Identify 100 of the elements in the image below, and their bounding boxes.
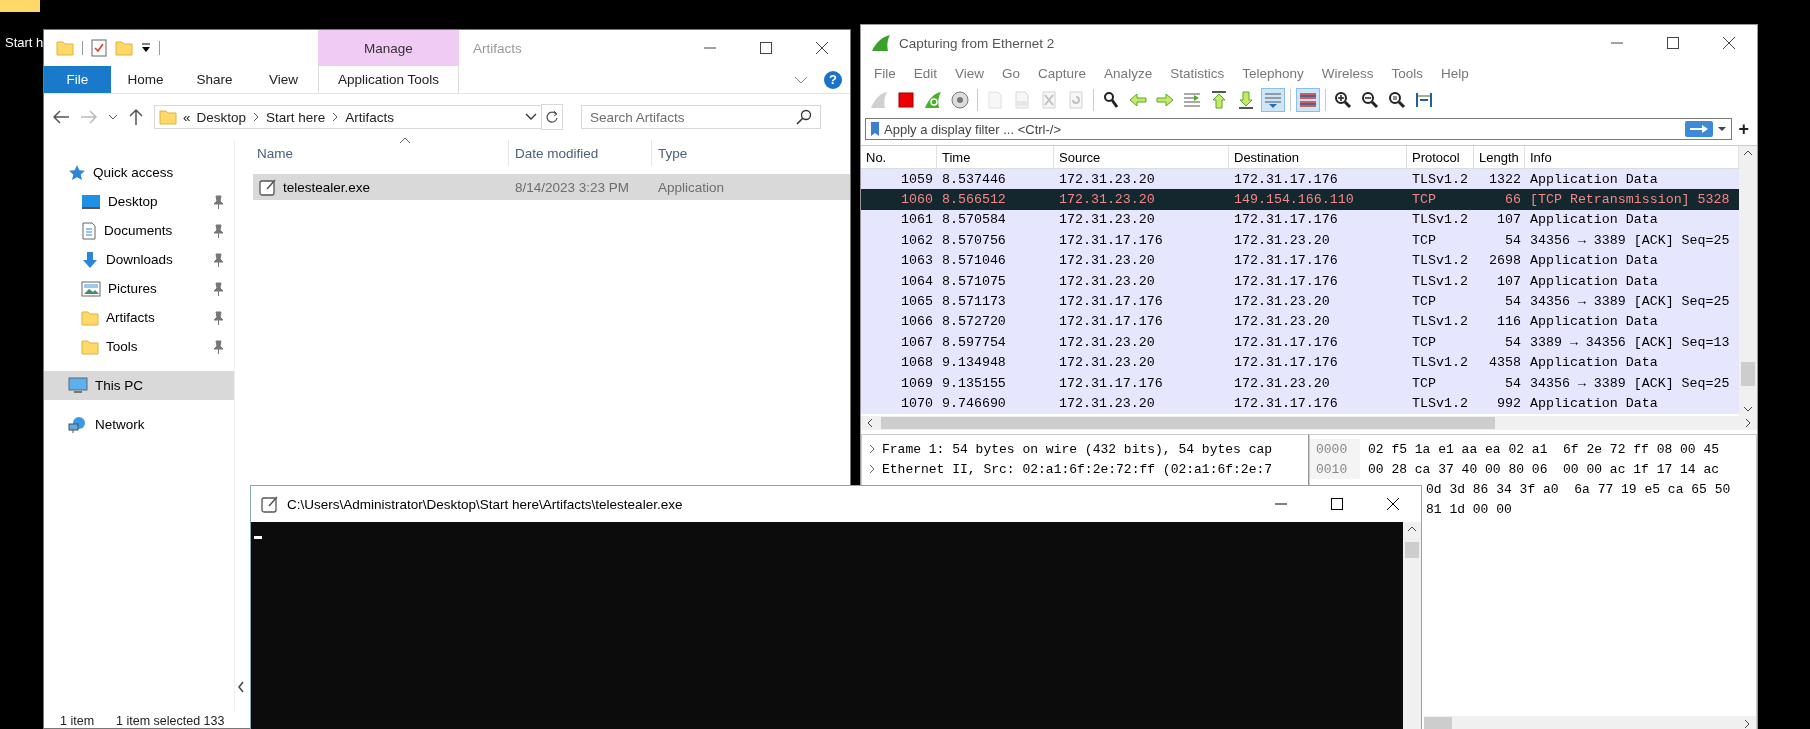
packet-row[interactable]: 1064 8.571075 172.31.23.20 172.31.17.176 TLSv1.2 107 Application Data (861, 270, 1739, 292)
folder-icon (159, 109, 177, 125)
menu-item[interactable]: Telephony (1233, 65, 1313, 81)
display-filter-field[interactable]: Apply a display filter ... <Ctrl-/> (865, 118, 1733, 140)
table-cell-text: 4358 (1488, 355, 1522, 371)
packet-row[interactable]: 1059 8.537446 172.31.23.20 172.31.17.176 TLSv1.2 1322 Application Data (861, 169, 1739, 190)
column-header[interactable]: Destination (1229, 146, 1407, 168)
maximize-icon (759, 41, 773, 55)
breadcrumb-item[interactable]: Desktop (196, 109, 247, 125)
menu-item[interactable]: Help (1432, 65, 1478, 81)
packet-row[interactable]: 1070 9.746690 172.31.23.20 172.31.17.176 TLSv1.2 992 Application Data (861, 393, 1739, 414)
table-cell-text: 8.570756 (941, 232, 1007, 248)
application-icon (259, 178, 277, 196)
file-row[interactable]: telestealer.exe 8/14/2023 3:23 PM Application (253, 174, 850, 200)
shark-fin-icon (923, 90, 943, 110)
nav-item[interactable]: Documents (44, 216, 234, 245)
menu-item[interactable]: File (865, 65, 905, 81)
column-header[interactable]: Type (652, 140, 802, 166)
menu-item[interactable]: Statistics (1161, 65, 1234, 81)
column-header[interactable]: Time (937, 146, 1054, 168)
address-bar[interactable]: « Desktop Start here Artifacts (154, 105, 542, 129)
column-header[interactable]: Protocol (1407, 146, 1474, 168)
nav-item[interactable]: Quick access (44, 158, 234, 187)
scrollbar[interactable] (1403, 522, 1421, 729)
checklist-icon (91, 39, 107, 57)
shark-fin-icon (869, 90, 889, 110)
ribbon-tab[interactable]: Application Tools (318, 66, 459, 93)
menu-item[interactable]: Edit (904, 65, 947, 81)
packet-row[interactable]: 1068 9.134948 172.31.23.20 172.31.17.176 TLSv1.2 4358 Application Data (861, 352, 1739, 373)
refresh-button[interactable] (541, 104, 563, 130)
packet-row[interactable]: 1069 9.135155 172.31.17.176 172.31.23.20 TCP 54 34356 → 3389 [ACK] Seq=25 (861, 372, 1739, 394)
packet-row[interactable]: 1061 8.570584 172.31.23.20 172.31.17.176 TLSv1.2 107 Application Data (861, 209, 1739, 231)
table-cell-text: 172.31.17.176 (1233, 334, 1339, 350)
scrollbar[interactable] (1739, 146, 1757, 416)
table-cell-text: 172.31.23.20 (1058, 396, 1156, 411)
nav-item[interactable]: Pictures (44, 274, 234, 303)
hex-bytes: 02 f5 1a e1 aa ea 02 a1 6f 2e 72 ff 08 00 45 (1367, 441, 1720, 457)
table-cell-text: 54 (1504, 294, 1522, 310)
apply-filter-button[interactable] (1685, 121, 1714, 137)
scrollbar-thumb[interactable] (1424, 717, 1452, 729)
nav-item[interactable]: Desktop (44, 187, 234, 216)
ribbon-tab[interactable]: Share (180, 66, 249, 93)
column-header[interactable]: Source (1054, 146, 1229, 168)
column-header[interactable]: Name (251, 140, 509, 166)
close-icon (815, 41, 829, 55)
search-field[interactable]: Search Artifacts (581, 105, 821, 129)
sort-up-icon (399, 137, 411, 144)
table-cell-text: TLSv1.2 (1411, 314, 1469, 330)
tree-item[interactable]: Ethernet II, Src: 02:a1:6f:2e:72:ff (02:a1:6f:2e:7 (882, 461, 1273, 477)
packet-row[interactable]: 1063 8.571046 172.31.23.20 172.31.17.176 TLSv1.2 2698 Application Data (861, 250, 1739, 271)
table-cell-text: 172.31.23.20 (1058, 212, 1156, 228)
table-cell-text: 8.571075 (941, 273, 1007, 289)
packet-row[interactable]: 1067 8.597754 172.31.23.20 172.31.17.176 TCP 54 3389 → 34356 [ACK] Seq=13 (861, 332, 1739, 353)
column-header[interactable]: No. (861, 146, 937, 168)
tree-item[interactable]: Frame 1: 54 bytes on wire (432 bits), 54 bytes cap (882, 441, 1273, 457)
byte-offset: 0000 (1310, 439, 1360, 459)
menu-item[interactable]: Capture (1029, 65, 1096, 81)
table-cell-text: 172.31.17.176 (1233, 273, 1339, 289)
nav-item[interactable]: Tools (44, 332, 234, 361)
nav-item[interactable]: This PC (44, 371, 234, 400)
new-folder-icon (115, 40, 133, 56)
scrollbar[interactable] (861, 416, 1757, 430)
table-cell-text: 1066 (900, 314, 934, 330)
packet-row[interactable]: 1066 8.572720 172.31.17.176 172.31.23.20 TLSv1.2 116 Application Data (861, 311, 1739, 333)
help-button[interactable]: ? (824, 70, 842, 89)
desktop-icon-label[interactable]: Start h (5, 35, 44, 50)
table-cell-text: 172.31.23.20 (1058, 273, 1156, 289)
table-cell-text: 172.31.17.176 (1233, 212, 1339, 228)
packet-row[interactable]: 1065 8.571173 172.31.17.176 172.31.23.20 TCP 54 34356 → 3389 [ACK] Seq=25 (861, 291, 1739, 312)
breadcrumb-item[interactable]: Start here (266, 109, 326, 125)
table-cell-text: 149.154.166.110 (1233, 192, 1355, 208)
menu-item[interactable]: Tools (1382, 65, 1432, 81)
packet-row[interactable]: 1062 8.570756 172.31.17.176 172.31.23.20 TCP 54 34356 → 3389 [ACK] Seq=25 (861, 230, 1739, 251)
nav-item[interactable]: Downloads (44, 245, 234, 274)
breadcrumb-overflow[interactable]: « (183, 109, 191, 125)
gear-icon (950, 90, 970, 110)
ribbon-tab[interactable]: Home (111, 66, 180, 93)
table-cell-text: 9.746690 (941, 396, 1007, 411)
desktop-icon (81, 193, 101, 210)
menu-item[interactable]: View (946, 65, 994, 81)
breadcrumb-item[interactable]: Artifacts (345, 109, 395, 125)
ribbon-tab[interactable]: File (44, 66, 111, 93)
add-filter-button[interactable]: + (1738, 118, 1753, 140)
scrollbar-thumb[interactable] (1741, 362, 1755, 386)
scrollbar[interactable] (1424, 716, 1756, 729)
nav-item[interactable]: Network (44, 410, 234, 439)
table-cell-text: TCP (1411, 375, 1437, 391)
hex-bytes: 00 28 ca 37 40 00 80 06 00 00 ac 1f 17 14 ac (1367, 461, 1720, 477)
menu-item[interactable]: Analyze (1095, 65, 1162, 81)
table-cell-text: Application Data (1529, 273, 1659, 289)
nav-item[interactable]: Artifacts (44, 303, 234, 332)
menu-item[interactable]: Wireless (1312, 65, 1383, 81)
zoom-out-icon (1360, 90, 1380, 110)
menu-item[interactable]: Go (993, 65, 1030, 81)
column-header[interactable]: Date modified (509, 140, 652, 166)
table-cell-text: 9.135155 (941, 375, 1007, 391)
column-header[interactable]: Length (1474, 146, 1525, 168)
search-icon (1101, 90, 1121, 110)
scrollbar-thumb[interactable] (1405, 542, 1419, 558)
ribbon-tab[interactable]: View (249, 66, 318, 93)
